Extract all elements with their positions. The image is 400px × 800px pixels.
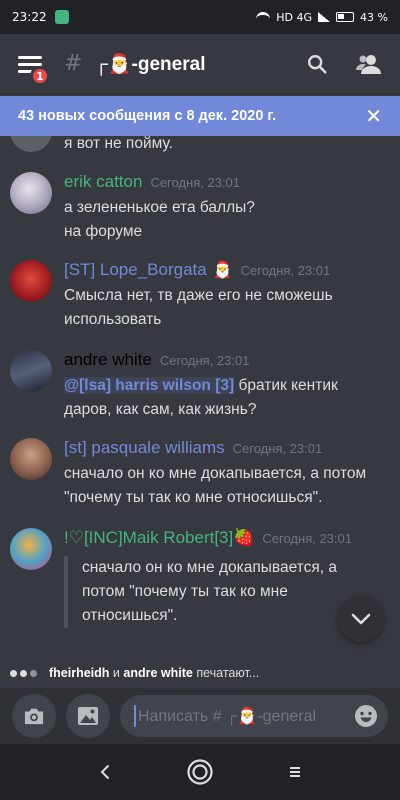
chevron-down-icon	[351, 613, 371, 625]
app-notification-icon	[54, 10, 69, 24]
typing-joiner: и	[112, 666, 120, 680]
message-input[interactable]: Написать # ┌🎅-general	[120, 695, 388, 737]
emoji-icon[interactable]	[354, 704, 378, 728]
avatar[interactable]	[10, 260, 52, 302]
home-icon[interactable]	[186, 758, 214, 786]
avatar[interactable]	[10, 528, 52, 570]
message-input-placeholder: Написать # ┌🎅-general	[138, 708, 317, 725]
wifi-icon	[256, 12, 271, 22]
avatar	[10, 136, 52, 152]
signal-icon	[318, 12, 331, 22]
message-text: я вот не пойму.	[64, 136, 173, 152]
status-icons: HD 4G 43 %	[256, 11, 388, 24]
message-text: Смысла нет, тв даже его не сможешь	[64, 287, 333, 304]
message-timestamp: Сегодня, 23:01	[150, 175, 241, 190]
typing-suffix: печатают...	[196, 666, 260, 680]
message-timestamp: Сегодня, 23:01	[262, 531, 352, 546]
author-name[interactable]: andre white	[64, 350, 152, 370]
author-name[interactable]: erik catton	[64, 172, 142, 192]
typing-user: fheirheidh	[49, 666, 110, 680]
gallery-button[interactable]	[66, 694, 110, 738]
message-list[interactable]: я вот не пойму. erik catton Сегодня, 23:…	[0, 136, 400, 656]
search-icon[interactable]	[306, 53, 328, 75]
clock: 23:22	[12, 10, 47, 24]
message-text: даров, как сам, как жизнь?	[64, 401, 257, 418]
back-icon[interactable]	[97, 763, 113, 781]
network-type: HD 4G	[276, 10, 313, 24]
channel-title: ┌🎅-general	[94, 53, 206, 75]
text-caret	[134, 705, 136, 727]
hash-icon: #	[64, 51, 83, 76]
message-text: а зелененькое ета баллы?	[64, 199, 255, 216]
system-nav-bar	[0, 744, 400, 800]
message-text: "почему ты так ко мне относишься".	[64, 489, 323, 506]
message-timestamp: Сегодня, 23:01	[240, 263, 331, 278]
avatar[interactable]	[10, 438, 52, 480]
message-text: использовать	[64, 311, 162, 328]
author-name[interactable]: !♡[INC]Maik Robert[3]🍓	[64, 528, 254, 548]
message-text: сначало он ко мне докапывается, а потом	[64, 465, 367, 482]
avatar[interactable]	[10, 350, 52, 392]
members-icon[interactable]	[356, 53, 382, 75]
user-mention[interactable]: @[lsa] harris wilson [3]	[64, 377, 235, 394]
channel-header: # ┌🎅-general	[0, 34, 400, 94]
recents-icon[interactable]	[287, 764, 303, 780]
typing-indicator: fheirheidh и andre white печатают...	[0, 660, 400, 686]
notification-badge: 1	[30, 66, 50, 86]
image-icon	[78, 707, 98, 725]
message-timestamp: Сегодня, 23:01	[159, 353, 250, 368]
message-timestamp: Сегодня, 23:01	[232, 441, 323, 456]
message-text: @[lsa] harris wilson [3] братик кентик	[64, 377, 338, 394]
avatar[interactable]	[10, 172, 52, 214]
camera-button[interactable]	[12, 694, 56, 738]
input-bar: Написать # ┌🎅-general	[0, 688, 400, 744]
santa-emoji: 🎅	[212, 260, 233, 279]
typing-dots-icon	[10, 669, 37, 677]
scroll-to-bottom-button[interactable]	[338, 596, 384, 642]
message-text: на форуме	[64, 223, 143, 240]
battery-percent: 43 %	[360, 10, 388, 24]
author-name[interactable]: [st] pasquale williams	[64, 438, 225, 458]
new-messages-banner[interactable]: 43 новых сообщения с 8 дек. 2020 г. ✕	[0, 96, 400, 136]
camera-icon	[24, 708, 44, 725]
typing-user: andre white	[123, 666, 193, 680]
message-text: сначало он ко мне докапывается, а	[82, 559, 337, 576]
close-icon[interactable]: ✕	[365, 104, 382, 129]
new-messages-text: 43 новых сообщения с 8 дек. 2020 г.	[18, 108, 277, 124]
author-name[interactable]: [ST] Lope_Borgata	[64, 260, 207, 280]
status-bar: 23:22 HD 4G 43 %	[0, 0, 400, 34]
battery-icon	[336, 12, 355, 22]
